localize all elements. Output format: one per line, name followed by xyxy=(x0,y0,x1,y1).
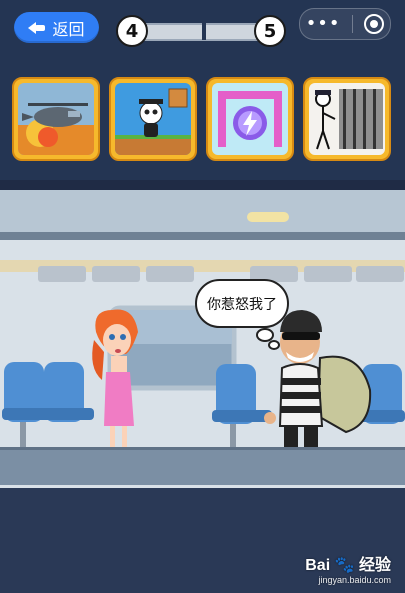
train-floor xyxy=(0,447,405,485)
promo-game-tile-3[interactable] xyxy=(206,77,294,161)
promo-game-tile-2[interactable] xyxy=(109,77,197,161)
speech-bubble-text: 你惹怒我了 xyxy=(207,296,277,313)
lightning-orb-game-icon xyxy=(212,83,288,155)
back-button[interactable]: 返回 xyxy=(14,12,99,43)
speech-bubble: 你惹怒我了 xyxy=(195,279,289,328)
back-label: 返回 xyxy=(52,19,85,39)
progress-divider xyxy=(202,22,206,40)
promo-game-tile-4[interactable] xyxy=(303,77,391,161)
watermark-url: jingyan.baidu.com xyxy=(318,575,391,585)
helicopter-game-icon xyxy=(18,83,94,155)
next-level-indicator: 5 xyxy=(254,15,286,47)
paw-icon: 🐾 xyxy=(334,557,355,574)
prison-stickman-game-icon xyxy=(309,83,385,155)
watermark-brand: Bai xyxy=(305,557,331,574)
target-close-icon[interactable] xyxy=(364,14,385,34)
promo-game-tile-1[interactable] xyxy=(12,77,100,161)
watermark-suffix: 经验 xyxy=(358,557,391,574)
current-level-indicator: 4 xyxy=(116,15,148,47)
watermark: Bai 🐾 经验 jingyan.baidu.com xyxy=(305,551,391,585)
mini-program-capsule: ••• xyxy=(299,8,391,40)
ceiling-light xyxy=(247,212,289,222)
level-progress: 4 5 xyxy=(116,15,286,47)
train-ceiling xyxy=(0,190,405,238)
capsule-divider xyxy=(351,15,353,33)
back-arrow-icon xyxy=(28,21,46,35)
top-bar: 返回 4 5 ••• xyxy=(0,0,405,52)
more-dots-icon[interactable]: ••• xyxy=(306,15,341,33)
floor-edge xyxy=(0,447,405,450)
thought-puff xyxy=(268,340,280,350)
panda-game-icon xyxy=(115,83,191,155)
ceiling-edge xyxy=(0,232,405,240)
